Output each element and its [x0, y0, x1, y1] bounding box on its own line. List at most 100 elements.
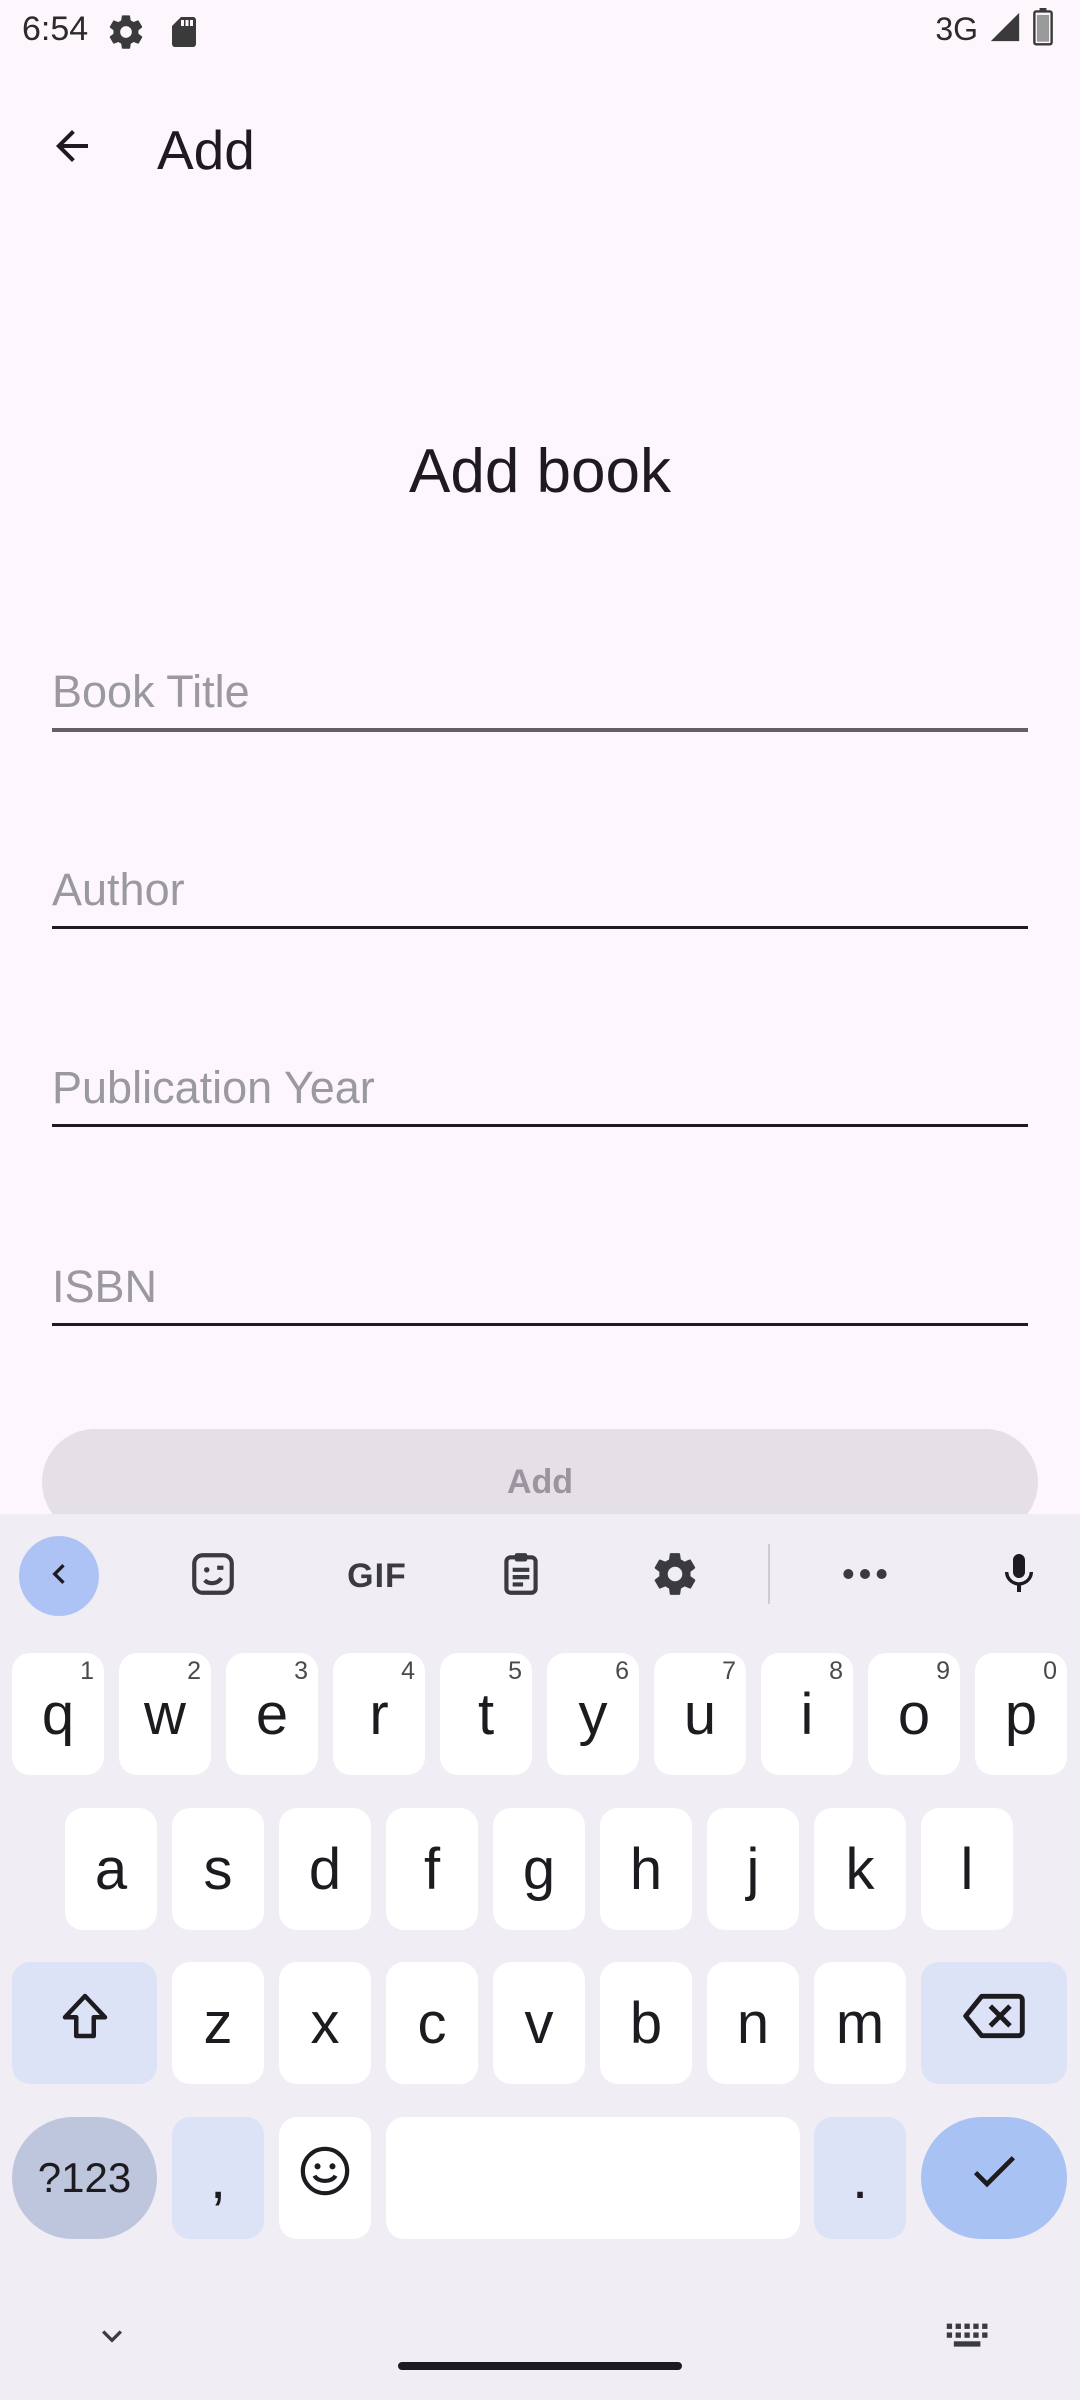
status-time: 6:54	[22, 10, 89, 48]
key-y[interactable]: y6	[547, 1653, 639, 1775]
clipboard-button[interactable]	[481, 1536, 561, 1616]
author-field[interactable]	[52, 834, 1028, 929]
shift-key[interactable]	[12, 1962, 157, 2084]
comma-key[interactable]: ,	[172, 2117, 264, 2239]
backspace-key[interactable]	[921, 1962, 1067, 2084]
key-a[interactable]: a	[65, 1808, 157, 1930]
check-icon	[966, 2143, 1022, 2213]
symbols-key[interactable]: ?123	[12, 2117, 157, 2239]
emoji-icon	[297, 2143, 353, 2213]
author-input[interactable]	[52, 864, 1028, 916]
app-bar: Add	[0, 90, 1080, 210]
isbn-field[interactable]	[52, 1231, 1028, 1326]
page-heading: Add book	[409, 437, 671, 506]
key-label: i	[800, 1681, 814, 1747]
key-z[interactable]: z	[172, 1962, 264, 2084]
key-q[interactable]: q1	[12, 1653, 104, 1775]
key-g[interactable]: g	[493, 1808, 585, 1930]
gear-icon	[106, 12, 146, 57]
key-r[interactable]: r4	[333, 1653, 425, 1775]
key-d[interactable]: d	[279, 1808, 371, 1930]
isbn-input[interactable]	[52, 1261, 1028, 1313]
key-t[interactable]: t5	[440, 1653, 532, 1775]
key-w[interactable]: w2	[119, 1653, 211, 1775]
key-k[interactable]: k	[814, 1808, 906, 1930]
key-hint: 6	[615, 1657, 629, 1685]
key-l[interactable]: l	[921, 1808, 1013, 1930]
settings-icon	[650, 1549, 700, 1604]
key-label: u	[683, 1681, 717, 1747]
keyboard-collapse-button[interactable]	[19, 1536, 99, 1616]
publication-year-field[interactable]	[52, 1032, 1028, 1127]
key-o[interactable]: o9	[868, 1653, 960, 1775]
key-hint: 7	[722, 1657, 736, 1685]
gif-label: GIF	[347, 1556, 407, 1595]
chevron-down-icon	[92, 2316, 132, 2361]
keyboard-toolbar: GIF	[0, 1514, 1080, 1634]
more-button[interactable]	[825, 1536, 905, 1616]
emoji-key[interactable]	[279, 2117, 371, 2239]
arrow-back-icon	[48, 122, 96, 175]
key-hint: 2	[187, 1657, 201, 1685]
key-v[interactable]: v	[493, 1962, 585, 2084]
battery-icon	[1032, 8, 1054, 51]
book-title-field[interactable]	[52, 636, 1028, 732]
enter-key[interactable]	[921, 2117, 1067, 2239]
keyboard-settings-button[interactable]	[635, 1536, 715, 1616]
shift-icon	[55, 1986, 115, 2060]
key-s[interactable]: s	[172, 1808, 264, 1930]
soft-keyboard: GIF	[0, 1514, 1080, 2400]
backspace-icon	[962, 1988, 1026, 2058]
key-e[interactable]: e3	[226, 1653, 318, 1775]
publication-year-input[interactable]	[52, 1062, 1028, 1114]
key-m[interactable]: m	[814, 1962, 906, 2084]
clipboard-icon	[496, 1549, 546, 1604]
signal-icon	[988, 10, 1022, 49]
gif-button[interactable]: GIF	[327, 1536, 427, 1616]
key-hint: 1	[80, 1657, 94, 1685]
sd-card-icon	[166, 12, 202, 57]
network-type: 3G	[935, 11, 978, 47]
sticker-button[interactable]	[173, 1536, 253, 1616]
key-h[interactable]: h	[600, 1808, 692, 1930]
key-hint: 9	[936, 1657, 950, 1685]
keyboard-hide-button[interactable]	[90, 2316, 134, 2360]
mic-icon	[995, 1547, 1043, 1606]
book-title-input[interactable]	[52, 666, 1028, 718]
key-x[interactable]: x	[279, 1962, 371, 2084]
key-i[interactable]: i8	[761, 1653, 853, 1775]
keyboard-icon	[945, 2321, 991, 2356]
voice-input-button[interactable]	[979, 1536, 1059, 1616]
chevron-left-icon	[39, 1554, 79, 1599]
key-p[interactable]: p0	[975, 1653, 1067, 1775]
keyboard-switch-button[interactable]	[944, 2318, 992, 2358]
status-bar: 6:54 3G	[0, 0, 1080, 64]
key-label: t	[477, 1681, 495, 1747]
key-hint: 8	[829, 1657, 843, 1685]
key-b[interactable]: b	[600, 1962, 692, 2084]
key-label: y	[578, 1681, 608, 1747]
key-label: p	[1004, 1681, 1038, 1747]
home-indicator[interactable]	[398, 2362, 682, 2370]
toolbar-divider	[768, 1544, 770, 1604]
back-button[interactable]	[30, 106, 114, 190]
key-c[interactable]: c	[386, 1962, 478, 2084]
key-hint: 4	[401, 1657, 415, 1685]
space-key[interactable]	[386, 2117, 800, 2239]
sticker-icon	[188, 1549, 238, 1604]
period-key[interactable]: .	[814, 2117, 906, 2239]
key-f[interactable]: f	[386, 1808, 478, 1930]
key-label: o	[897, 1681, 931, 1747]
key-hint: 3	[294, 1657, 308, 1685]
key-label: r	[369, 1681, 389, 1747]
key-j[interactable]: j	[707, 1808, 799, 1930]
key-label: e	[255, 1681, 289, 1747]
key-hint: 5	[508, 1657, 522, 1685]
key-u[interactable]: u7	[654, 1653, 746, 1775]
key-label: w	[144, 1681, 186, 1747]
key-n[interactable]: n	[707, 1962, 799, 2084]
key-hint: 0	[1043, 1657, 1057, 1685]
key-label: q	[41, 1681, 75, 1747]
more-icon	[840, 1564, 890, 1589]
app-bar-title: Add	[157, 119, 255, 181]
